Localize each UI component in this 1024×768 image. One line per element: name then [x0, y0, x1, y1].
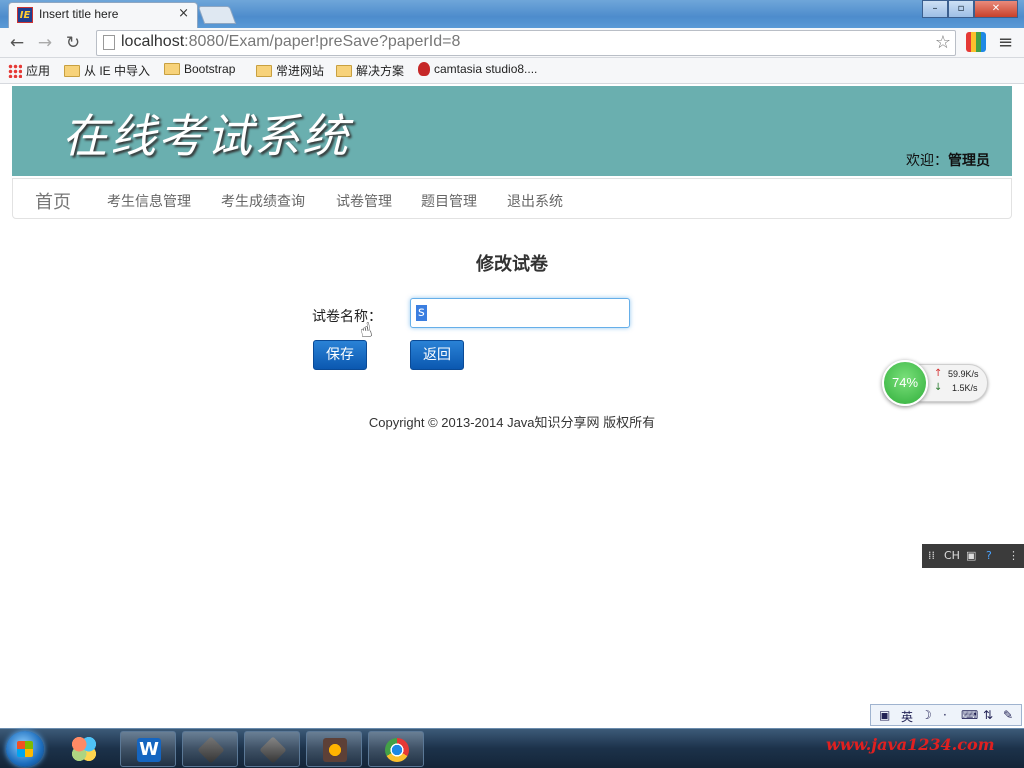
ime-toolbar[interactable]: ⁞⁞ CH ▣ ? ⋮	[922, 544, 1024, 568]
bookmark-label: camtasia studio8....	[434, 62, 538, 76]
favicon-icon: IE	[17, 7, 33, 23]
nav-paper-manage[interactable]: 试卷管理	[336, 191, 392, 211]
help-icon[interactable]: ?	[986, 549, 992, 562]
extension-icon[interactable]	[966, 32, 986, 52]
options-icon[interactable]: ⋮	[1008, 549, 1019, 562]
reload-icon[interactable]: ↻	[62, 32, 84, 54]
nav-home[interactable]: 首页	[35, 188, 71, 214]
folder-icon	[164, 63, 180, 75]
taskbar-app-ide[interactable]	[306, 731, 362, 767]
window-titlebar: IE Insert title here × – ▫ ✕	[0, 0, 1024, 28]
ime-logo-icon: ▣	[879, 708, 891, 722]
nav-score-query[interactable]: 考生成绩查询	[221, 191, 305, 211]
taskbar-app-media[interactable]	[56, 731, 112, 767]
bookmark-label: 常进网站	[276, 64, 325, 78]
welcome-prefix: 欢迎：	[906, 153, 948, 169]
camtasia-icon	[418, 62, 430, 76]
back-button[interactable]: 返回	[410, 340, 464, 370]
bookmark-bootstrap[interactable]: Bootstrap	[164, 62, 235, 76]
nav-logout[interactable]: 退出系统	[507, 191, 563, 211]
window-controls: – ▫ ✕	[922, 0, 1018, 18]
tab-close-icon[interactable]: ×	[178, 6, 189, 21]
start-button[interactable]	[6, 731, 44, 767]
main-navbar: 首页 考生信息管理 考生成绩查询 试卷管理 题目管理 退出系统	[12, 178, 1012, 219]
minimize-button[interactable]: –	[922, 0, 948, 18]
bookmark-ie-import[interactable]: 从 IE 中导入	[64, 62, 150, 79]
page-icon	[103, 35, 115, 50]
settings-icon[interactable]: ⇅	[983, 708, 993, 722]
taskbar-app-tool2[interactable]	[244, 731, 300, 767]
tool-icon	[259, 736, 287, 764]
menu-icon[interactable]: ≡	[998, 32, 1013, 53]
folder-icon	[336, 64, 352, 77]
taskbar: W www.java1234.com	[0, 728, 1024, 768]
apps-icon	[8, 63, 22, 78]
bookmark-label: Bootstrap	[184, 62, 236, 76]
welcome-user: 管理员	[948, 153, 990, 169]
tool-icon	[197, 736, 225, 764]
welcome-text: 欢迎：管理员	[906, 150, 990, 170]
taskbar-app-word[interactable]: W	[120, 731, 176, 767]
chrome-icon	[385, 738, 409, 762]
nav-student-info[interactable]: 考生信息管理	[107, 191, 191, 211]
paper-name-input[interactable]	[410, 298, 630, 328]
download-arrow-icon: ↓	[934, 382, 943, 393]
nav-question-manage[interactable]: 题目管理	[421, 191, 477, 211]
bookmark-label: 解决方案	[356, 64, 405, 78]
taskbar-app-tool1[interactable]	[182, 731, 238, 767]
site-banner: 在线考试系统 欢迎：管理员	[12, 86, 1012, 176]
media-app-icon	[72, 737, 96, 761]
bookmark-label: 应用	[26, 64, 51, 78]
address-bar[interactable]: localhost:8080/Exam/paper!preSave?paperI…	[96, 30, 956, 56]
punctuation-icon[interactable]: ·	[943, 708, 947, 722]
selected-text: s	[416, 305, 427, 321]
bookmarks-bar: 应用 从 IE 中导入 Bootstrap 常进网站 解决方案 camtasia…	[0, 58, 1024, 84]
ime-status-bar[interactable]: ▣ 英 ☽ · ⌨ ⇅ ✎	[870, 704, 1022, 726]
wrench-icon[interactable]: ✎	[1003, 708, 1013, 722]
paper-name-label: 试卷名称：	[312, 309, 382, 325]
forward-arrow-icon[interactable]: →	[34, 32, 56, 54]
browser-tab[interactable]: IE Insert title here ×	[8, 2, 198, 28]
keyboard-icon[interactable]: ⌨	[961, 708, 978, 722]
save-button[interactable]: 保存	[313, 340, 367, 370]
ime-mode[interactable]: 英	[901, 708, 913, 725]
ide-icon	[323, 738, 347, 762]
copyright-text: Copyright © 2013-2014 Java知识分享网 版权所有	[368, 415, 656, 430]
grip-icon: ⁞⁞	[928, 549, 935, 562]
moon-icon[interactable]: ☽	[921, 708, 932, 722]
watermark-text: www.java1234.com	[826, 735, 995, 754]
maximize-button[interactable]: ▫	[948, 0, 974, 18]
upload-arrow-icon: ↑	[934, 368, 943, 379]
bookmark-apps[interactable]: 应用	[8, 62, 50, 79]
browser-toolbar: ← → ↻ localhost:8080/Exam/paper!preSave?…	[0, 28, 1024, 58]
bookmark-solutions[interactable]: 解决方案	[336, 62, 404, 79]
site-title: 在线考试系统	[62, 109, 350, 163]
back-arrow-icon[interactable]: ←	[6, 32, 28, 54]
tab-title: Insert title here	[39, 7, 119, 21]
form-title: 修改试卷	[476, 254, 548, 275]
folder-icon	[64, 64, 80, 77]
bookmark-sites[interactable]: 常进网站	[256, 62, 324, 79]
new-tab-button[interactable]	[197, 6, 237, 24]
keyboard-icon[interactable]: ▣	[966, 549, 976, 562]
word-icon: W	[137, 738, 161, 762]
bookmark-camtasia[interactable]: camtasia studio8....	[418, 62, 537, 76]
bookmark-star-icon[interactable]: ☆	[935, 32, 951, 53]
url-path: :8080/Exam/paper!preSave?paperId=8	[184, 33, 461, 50]
ime-lang[interactable]: CH	[944, 549, 960, 562]
url-text[interactable]: localhost:8080/Exam/paper!preSave?paperI…	[121, 33, 460, 51]
url-host: localhost	[121, 33, 185, 50]
net-percent: 74%	[882, 360, 928, 406]
taskbar-app-chrome[interactable]	[368, 731, 424, 767]
close-window-button[interactable]: ✕	[974, 0, 1018, 18]
folder-icon	[256, 64, 272, 77]
download-speed: 1.5K/s	[952, 383, 978, 393]
net-monitor-widget[interactable]: 74% ↑ 59.9K/s ↓ 1.5K/s	[882, 360, 988, 406]
upload-speed: 59.9K/s	[948, 369, 979, 379]
bookmark-label: 从 IE 中导入	[84, 64, 151, 78]
